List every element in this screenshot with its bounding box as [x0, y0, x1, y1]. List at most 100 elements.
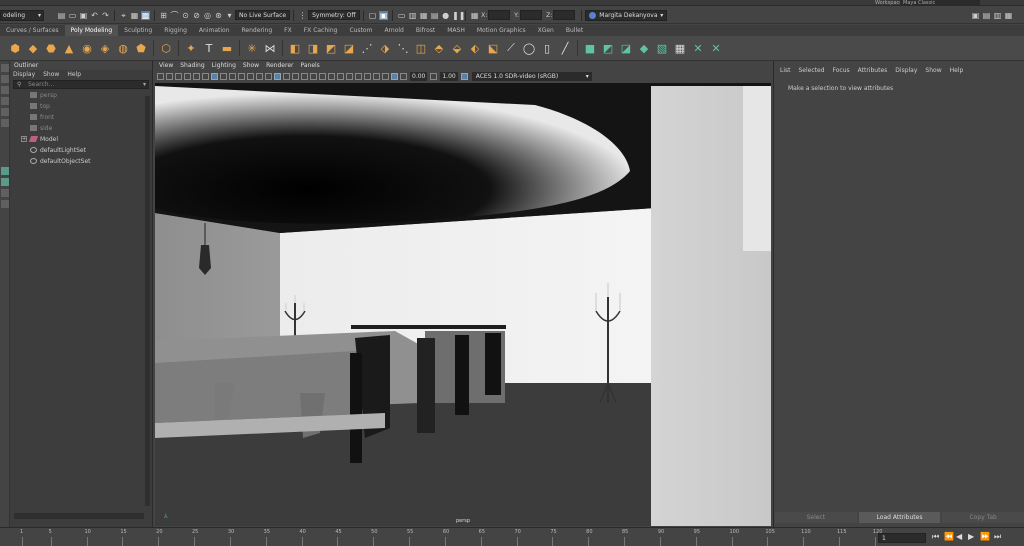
viewport-menu-renderer[interactable]: Renderer [266, 62, 293, 69]
layout-four-icon[interactable] [1, 178, 9, 186]
wireframe-on-shaded-icon[interactable] [301, 73, 308, 80]
snap-view-icon[interactable]: ⊘ [192, 11, 201, 20]
outliner-item-persp[interactable]: persp [10, 90, 152, 101]
motion-blur-icon[interactable] [346, 73, 353, 80]
lasso-tool-icon[interactable] [1, 75, 9, 83]
outliner-item-side[interactable]: side [10, 123, 152, 134]
color-management-icon[interactable] [460, 73, 468, 80]
poly-torus-icon[interactable]: ◉ [80, 41, 94, 55]
shelf-tab-animation[interactable]: Animation [193, 25, 236, 36]
select-object-icon[interactable]: ▦ [130, 11, 139, 20]
planar-map-icon[interactable]: ◪ [619, 41, 633, 55]
time-slider[interactable]: 1 5 10 15 20 25 30 35 40 45 50 55 60 65 70 75 80 85 90 95 10… [0, 527, 1024, 546]
select-camera-icon[interactable] [157, 73, 164, 80]
snap-live-icon[interactable]: ⊛ [214, 11, 223, 20]
select-component-icon[interactable]: ▩ [141, 10, 150, 20]
layout-outliner-icon[interactable] [1, 200, 9, 208]
svg-icon[interactable]: ▬ [220, 41, 234, 55]
play-forwards-icon[interactable]: ▶ [968, 532, 974, 541]
film-gate-icon[interactable] [220, 73, 227, 80]
viewport-menu-view[interactable]: View [159, 62, 173, 69]
chevron-down-icon[interactable]: ▾ [143, 81, 146, 89]
ipr-render-icon[interactable]: ▦ [419, 11, 428, 20]
tool-settings-icon[interactable]: ▥ [993, 11, 1002, 20]
show-ui-icon[interactable]: ▢ [368, 11, 377, 20]
shelf-tab-poly-modeling[interactable]: Poly Modeling [64, 25, 119, 36]
2d-pan-zoom-icon[interactable] [193, 73, 200, 80]
render-settings-icon[interactable]: ▤ [430, 11, 439, 20]
shelf-tab-custom[interactable]: Custom [343, 25, 378, 36]
layout-side-icon[interactable] [1, 189, 9, 197]
render-view-icon[interactable]: ▭ [397, 11, 406, 20]
uv-editor-icon[interactable]: ■ [583, 41, 597, 55]
wireframe-icon[interactable] [274, 73, 281, 80]
snap-surface-icon[interactable]: ◎ [203, 11, 212, 20]
outliner-menu-show[interactable]: Show [43, 71, 59, 78]
attribute-menu-selected[interactable]: Selected [799, 67, 825, 74]
ambient-occlusion-icon[interactable] [337, 73, 344, 80]
outliner-item-top[interactable]: top [10, 101, 152, 112]
shelf-tab-motion-graphics[interactable]: Motion Graphics [471, 25, 532, 36]
viewport-menu-show[interactable]: Show [243, 62, 259, 69]
search-input[interactable]: Search... [28, 81, 54, 88]
view-transform-selector[interactable]: ACES 1.0 SDR-video (sRGB) ▾ [471, 72, 592, 81]
render-frame-icon[interactable]: ▥ [408, 11, 417, 20]
x-field[interactable] [488, 10, 511, 20]
viewport-menu-lighting[interactable]: Lighting [212, 62, 236, 69]
platonic-solid-icon[interactable]: ⬟ [134, 41, 148, 55]
save-scene-icon[interactable]: ▣ [79, 11, 88, 20]
attribute-menu-show[interactable]: Show [925, 67, 941, 74]
menu-set-selector[interactable]: odeling ▾ [0, 10, 44, 21]
attribute-menu-attributes[interactable]: Attributes [858, 67, 888, 74]
y-field[interactable] [520, 10, 543, 20]
retopo-icon[interactable]: ◫ [414, 41, 428, 55]
extrude-icon[interactable]: ⬘ [432, 41, 446, 55]
play-backwards-icon[interactable]: ◀ [956, 532, 962, 541]
outliner-horizontal-scrollbar[interactable] [14, 513, 144, 519]
go-to-end-icon[interactable]: ⏭ [994, 532, 1001, 542]
grease-pencil-icon[interactable] [202, 73, 209, 80]
time-slider-ticks[interactable]: 1 5 10 15 20 25 30 35 40 45 50 55 60 65 70 75 80 85 90 95 10… [8, 528, 882, 546]
automatic-map-icon[interactable]: ◩ [601, 41, 615, 55]
fill-hole-icon[interactable]: ◪ [342, 41, 356, 55]
show-history-icon[interactable]: ▣ [379, 10, 389, 20]
channel-box-icon[interactable]: ▦ [1004, 11, 1013, 20]
xray-icon[interactable] [373, 73, 380, 80]
viewport-menu-panels[interactable]: Panels [300, 62, 319, 69]
outliner-menu-help[interactable]: Help [67, 71, 81, 78]
symmetry-selector[interactable]: Symmetry: Off [308, 10, 361, 20]
attribute-menu-list[interactable]: List [780, 67, 791, 74]
scale-tool-icon[interactable] [1, 119, 9, 127]
expand-icon[interactable]: + [21, 136, 27, 142]
select-button[interactable]: Select [775, 512, 857, 523]
snap-point-icon[interactable]: ⊙ [181, 11, 190, 20]
attribute-editor-toggle-icon[interactable]: ▤ [982, 11, 991, 20]
snap-grid-icon[interactable]: ⊞ [159, 11, 168, 20]
modeling-toolkit-icon[interactable]: ▣ [971, 11, 980, 20]
poly-cylinder-icon[interactable]: ⬣ [44, 41, 58, 55]
rotate-tool-icon[interactable] [1, 108, 9, 116]
use-lights-icon[interactable] [319, 73, 326, 80]
gate-mask-icon[interactable] [238, 73, 245, 80]
gamma-field[interactable]: 1.00 [440, 72, 458, 81]
redo-icon[interactable]: ↷ [101, 11, 110, 20]
default-material-icon[interactable] [292, 73, 299, 80]
snap-curve-icon[interactable]: ⌒ [170, 11, 179, 20]
undo-icon[interactable]: ↶ [90, 11, 99, 20]
multi-cut-icon[interactable]: ⟋ [504, 41, 518, 55]
attribute-menu-display[interactable]: Display [895, 67, 917, 74]
viewport-menu-shading[interactable]: Shading [180, 62, 204, 69]
user-account-button[interactable]: Margita Dekanyova ▾ [585, 9, 668, 21]
shelf-tab-fx[interactable]: FX [278, 25, 298, 36]
resolution-gate-icon[interactable] [229, 73, 236, 80]
attribute-menu-focus[interactable]: Focus [833, 67, 850, 74]
copy-tab-button[interactable]: Copy Tab [942, 512, 1024, 523]
outliner-menu-display[interactable]: Display [13, 71, 35, 78]
shelf-tab-curves-surfaces[interactable]: Curves / Surfaces [0, 25, 65, 36]
new-scene-icon[interactable]: ▤ [57, 11, 66, 20]
separate-icon[interactable]: ◧ [288, 41, 302, 55]
paint-select-icon[interactable] [1, 86, 9, 94]
isolate-select-icon[interactable] [364, 73, 371, 80]
quad-draw-icon[interactable]: ▯ [540, 41, 554, 55]
booleans-icon[interactable]: ⬗ [378, 41, 392, 55]
